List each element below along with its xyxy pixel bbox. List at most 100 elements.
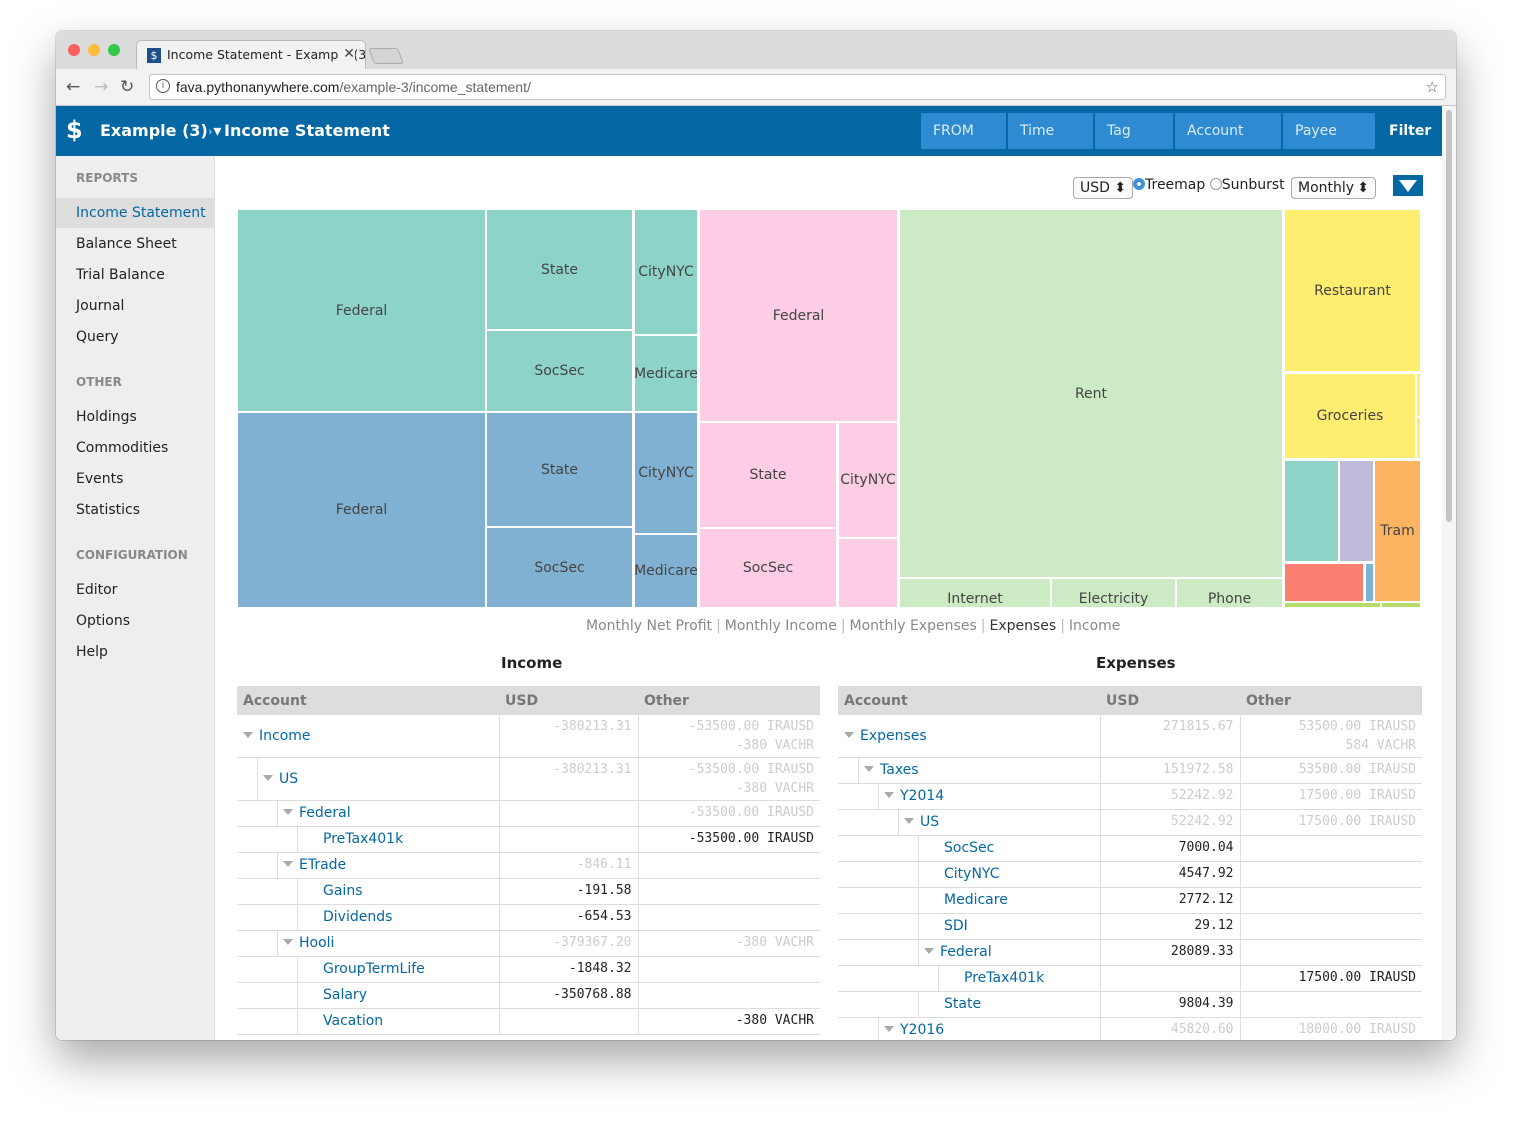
url-input[interactable]: i fava.pythonanywhere.com/example-3/inco…	[149, 74, 1446, 100]
treemap-cell[interactable]: SocSec	[487, 528, 632, 607]
account-link[interactable]: Income	[259, 728, 311, 744]
sidebar-item-commodities[interactable]: Commodities	[56, 433, 215, 463]
sidebar-item-query[interactable]: Query	[56, 322, 215, 352]
account-link[interactable]: Vacation	[323, 1013, 383, 1029]
account-link[interactable]: US	[920, 814, 939, 830]
account-link[interactable]: ETrade	[299, 857, 346, 873]
scrollbar-thumb[interactable]	[1446, 110, 1452, 522]
account-link[interactable]: Federal	[940, 944, 992, 960]
treemap-cell[interactable]: SocSec	[487, 331, 632, 411]
treemap-cell[interactable]	[1417, 418, 1420, 458]
browser-tab[interactable]: $ Income Statement - Example (3) ✕	[136, 40, 366, 70]
close-tab-icon[interactable]: ✕	[339, 46, 355, 62]
treemap-label[interactable]: Treemap	[1145, 177, 1205, 193]
column-header[interactable]: USD	[499, 686, 638, 715]
account-link[interactable]: Y2014	[900, 788, 944, 804]
collapse-triangle-icon[interactable]	[263, 775, 273, 781]
column-header[interactable]: Other	[1240, 686, 1422, 715]
collapse-triangle-icon[interactable]	[243, 732, 253, 738]
treemap-cell[interactable]	[1285, 603, 1380, 607]
treemap-cell[interactable]: Medicare	[634, 535, 698, 607]
treemap-cell[interactable]: CityNYC	[635, 413, 697, 533]
sidebar-item-balance-sheet[interactable]: Balance Sheet	[56, 229, 215, 259]
column-header[interactable]: Account	[838, 686, 1100, 715]
forward-icon[interactable]: →	[94, 77, 108, 97]
collapse-triangle-icon[interactable]	[844, 732, 854, 738]
treemap-cell[interactable]	[1285, 461, 1338, 561]
new-tab-button[interactable]	[368, 48, 404, 64]
account-link[interactable]: SocSec	[944, 840, 994, 856]
ledger-selector[interactable]: Example (3) ▾	[100, 121, 221, 140]
chart-tab-monthly-expenses[interactable]: Monthly Expenses	[850, 618, 977, 634]
filter-account[interactable]: Account	[1175, 113, 1281, 149]
collapse-triangle-icon[interactable]	[884, 792, 894, 798]
account-link[interactable]: Hooli	[299, 935, 334, 951]
treemap-cell[interactable]	[1340, 461, 1373, 561]
sidebar-item-journal[interactable]: Journal	[56, 291, 215, 321]
account-link[interactable]: GroupTermLife	[323, 961, 425, 977]
treemap-cell[interactable]	[1417, 374, 1420, 416]
maximize-window-button[interactable]	[108, 44, 120, 56]
minimize-window-button[interactable]	[88, 44, 100, 56]
account-link[interactable]: Federal	[299, 805, 351, 821]
info-icon[interactable]: i	[156, 79, 170, 93]
filter-tag[interactable]: Tag	[1095, 113, 1173, 149]
account-link[interactable]: Expenses	[860, 728, 927, 744]
treemap-cell[interactable]	[839, 539, 897, 607]
collapse-triangle-icon[interactable]	[884, 1026, 894, 1032]
treemap-cell[interactable]: State	[487, 210, 632, 329]
account-link[interactable]: SDI	[944, 918, 968, 934]
account-link[interactable]: Salary	[323, 987, 367, 1003]
treemap-cell[interactable]	[1285, 564, 1363, 601]
sidebar-item-holdings[interactable]: Holdings	[56, 402, 215, 432]
collapse-triangle-icon[interactable]	[283, 861, 293, 867]
treemap-cell[interactable]: Internet	[900, 579, 1050, 607]
interval-select[interactable]: Monthly ⬍	[1291, 177, 1376, 199]
account-link[interactable]: Y2016	[900, 1022, 944, 1038]
chart-tab-expenses[interactable]: Expenses	[989, 618, 1056, 634]
back-icon[interactable]: ←	[66, 77, 80, 97]
treemap-cell[interactable]: Rent	[900, 210, 1282, 577]
treemap-radio[interactable]	[1133, 178, 1145, 190]
account-link[interactable]: PreTax401k	[964, 970, 1044, 986]
account-link[interactable]: Medicare	[944, 892, 1008, 908]
treemap-cell[interactable]: Tram	[1375, 461, 1420, 601]
filter-button[interactable]: Filter	[1377, 113, 1432, 149]
filter-payee[interactable]: Payee	[1283, 113, 1375, 149]
chart-tab-monthly-income[interactable]: Monthly Income	[725, 618, 837, 634]
sidebar-item-editor[interactable]: Editor	[56, 575, 215, 605]
toggle-chart-button[interactable]	[1393, 175, 1423, 196]
account-link[interactable]: Taxes	[880, 762, 919, 778]
account-link[interactable]: CityNYC	[944, 866, 999, 882]
sidebar-item-options[interactable]: Options	[56, 606, 215, 636]
close-window-button[interactable]	[68, 44, 80, 56]
treemap-cell[interactable]: Federal	[238, 413, 485, 607]
treemap-cell[interactable]: Federal	[238, 210, 485, 411]
sunburst-radio[interactable]	[1209, 178, 1222, 190]
treemap-cell[interactable]: Groceries	[1285, 374, 1415, 458]
account-link[interactable]: US	[279, 771, 298, 787]
account-link[interactable]: State	[944, 996, 981, 1012]
sidebar-item-trial-balance[interactable]: Trial Balance	[56, 260, 215, 290]
chart-tab-monthly-net-profit[interactable]: Monthly Net Profit	[586, 618, 712, 634]
collapse-triangle-icon[interactable]	[283, 809, 293, 815]
column-header[interactable]: USD	[1100, 686, 1240, 715]
sidebar-item-help[interactable]: Help	[56, 637, 215, 667]
collapse-triangle-icon[interactable]	[864, 766, 874, 772]
treemap-cell[interactable]: State	[487, 413, 632, 526]
bookmark-star-icon[interactable]: ☆	[1426, 78, 1439, 96]
treemap-cell[interactable]: SocSec	[700, 529, 836, 607]
reload-icon[interactable]: ↻	[120, 77, 134, 97]
treemap-cell[interactable]	[1382, 603, 1420, 607]
treemap-cell[interactable]: State	[700, 423, 836, 527]
account-link[interactable]: Gains	[323, 883, 362, 899]
treemap-cell[interactable]: CityNYC	[839, 423, 897, 537]
scrollbar[interactable]	[1442, 106, 1456, 1040]
collapse-triangle-icon[interactable]	[283, 939, 293, 945]
sidebar-item-income-statement[interactable]: Income Statement	[56, 198, 215, 228]
filter-time[interactable]: Time	[1008, 113, 1093, 149]
treemap-cell[interactable]: CityNYC	[635, 210, 697, 334]
treemap-cell[interactable]	[1366, 564, 1373, 601]
collapse-triangle-icon[interactable]	[904, 818, 914, 824]
sidebar-item-statistics[interactable]: Statistics	[56, 495, 215, 525]
